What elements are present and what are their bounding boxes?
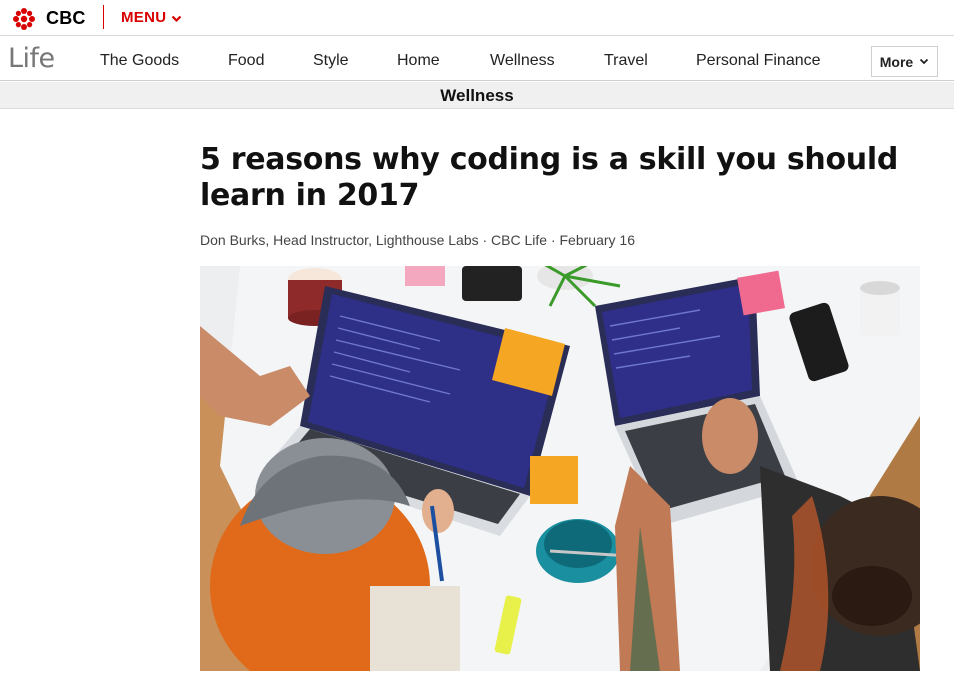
hero-photo: [200, 266, 920, 671]
nav-item-home[interactable]: Home: [397, 52, 440, 70]
section-navbar: Life The Goods Food Style Home Wellness …: [0, 37, 954, 81]
chevron-down-icon: [920, 58, 929, 65]
cbc-gem-icon[interactable]: [11, 6, 37, 32]
menu-button[interactable]: MENU: [121, 9, 182, 26]
hero-photo-illustration: [200, 266, 920, 671]
life-logo[interactable]: Life: [8, 43, 55, 74]
nav-item-style[interactable]: Style: [313, 52, 349, 70]
section-header-bar: Wellness: [0, 82, 954, 109]
more-button[interactable]: More: [871, 46, 938, 77]
nav-item-wellness[interactable]: Wellness: [490, 52, 555, 70]
topbar-divider: [103, 5, 104, 29]
article-byline: Don Burks, Head Instructor, Lighthouse L…: [200, 232, 635, 248]
nav-item-travel[interactable]: Travel: [604, 52, 648, 70]
nav-item-the-goods[interactable]: The Goods: [100, 52, 179, 70]
more-label: More: [879, 53, 914, 70]
chevron-down-icon: [172, 15, 182, 22]
nav-item-personal-finance[interactable]: Personal Finance: [696, 52, 821, 70]
menu-label: MENU: [121, 9, 167, 26]
headline-line-1: 5 reasons why coding is a skill you shou…: [200, 142, 899, 177]
article-headline: 5 reasons why coding is a skill you shou…: [200, 142, 900, 214]
section-title[interactable]: Wellness: [440, 86, 513, 106]
cbc-top-bar: CBC MENU: [0, 0, 954, 36]
headline-line-2: learn in 2017: [200, 178, 420, 213]
cbc-wordmark[interactable]: CBC: [46, 8, 86, 29]
nav-item-food[interactable]: Food: [228, 52, 264, 70]
